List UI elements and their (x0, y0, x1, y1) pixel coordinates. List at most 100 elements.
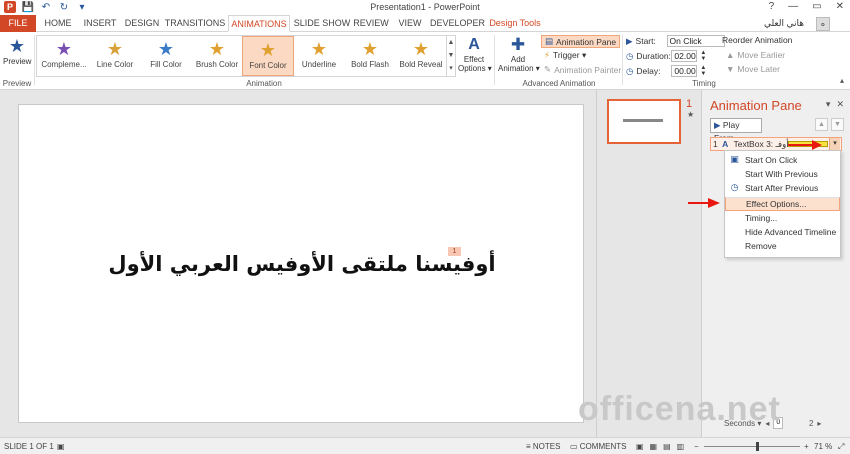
pane-title: Animation Pane (710, 98, 802, 113)
zoom-in-button[interactable]: + (804, 442, 809, 451)
animation-option-label: Bold Flash (351, 60, 389, 69)
move-later-label: Move Later (737, 64, 780, 74)
delay-input[interactable]: 00.00 (671, 65, 698, 77)
effect-options-button[interactable]: A Effect Options ▾ (458, 35, 492, 77)
thumbnail-text-line (623, 119, 663, 122)
comments-button[interactable]: ▭ COMMENTS (570, 442, 626, 451)
tab-file[interactable]: FILE (0, 15, 36, 32)
menu-item-start-with-previous[interactable]: Start With Previous (725, 167, 840, 181)
zoom-out-button[interactable]: − (694, 442, 699, 451)
menu-item-start-on-click[interactable]: ▣ Start On Click (725, 153, 840, 167)
slide-textbox[interactable]: أوفيسنا ملتقى الأوفيس العربي الأول (19, 252, 585, 276)
tab-design[interactable]: DESIGN (122, 15, 162, 32)
start-row: ▶ Start: On Click (626, 35, 725, 47)
slide-count: SLIDE 1 OF 1 (4, 442, 54, 451)
user-name[interactable]: هاني العلي (764, 18, 804, 29)
duration-spinner[interactable]: ▲ ▼ (700, 50, 706, 62)
gallery-scroll[interactable]: ▲ ▼ ▾ (446, 36, 455, 76)
pane-close-icon[interactable]: ✕ (836, 99, 844, 110)
zoom-thumb[interactable] (756, 442, 759, 451)
menu-item-remove[interactable]: Remove (725, 239, 840, 253)
animation-option-compleme[interactable]: ★ Compleme... (38, 36, 90, 76)
animation-option-label: Fill Color (150, 60, 182, 69)
animation-option-line-color[interactable]: ★ Line Color (89, 36, 141, 76)
animation-option-fill-color[interactable]: ★ Fill Color (140, 36, 192, 76)
help-icon[interactable]: ? (769, 1, 775, 12)
preview-button[interactable]: ★ Preview (3, 35, 31, 75)
move-earlier-icon: ▲ (726, 50, 735, 60)
move-down-button[interactable]: ▼ (831, 118, 844, 131)
animation-option-bold-reveal[interactable]: ★ Bold Reveal (395, 36, 447, 76)
restore-button[interactable]: ▭ (812, 1, 821, 12)
duration-row: ◷ Duration: 02.00 ▲ ▼ (626, 50, 706, 62)
collapse-ribbon-icon[interactable]: ▴ (840, 76, 844, 85)
menu-item-label: Remove (745, 241, 777, 251)
tab-developer[interactable]: DEVELOPER (430, 15, 485, 32)
animation-star-icon: ★ (157, 39, 175, 59)
tab-animations[interactable]: ANIMATIONS (228, 15, 290, 32)
tab-design-tools[interactable]: Design Tools (487, 15, 543, 32)
pane-menu-icon[interactable]: ▾ (826, 99, 831, 110)
animation-option-underline[interactable]: ★ Underline (293, 36, 345, 76)
title-bar: P 💾 ↶ ↻ ▾ Presentation1 - PowerPoint ? —… (0, 0, 850, 15)
timeline-scroll-right[interactable]: ▸ (817, 419, 821, 428)
duration-input[interactable]: 02.00 (671, 50, 698, 62)
menu-item-label: Start On Click (745, 155, 798, 165)
animation-option-bold-flash[interactable]: ★ Bold Flash (344, 36, 396, 76)
play-icon: ▶ (714, 120, 723, 130)
tab-review[interactable]: REVIEW (353, 15, 389, 32)
start-select[interactable]: On Click (666, 35, 725, 47)
spellcheck-icon[interactable]: ▣ (57, 442, 65, 451)
animation-painter-icon: ✎ (544, 64, 552, 74)
trigger-label: Trigger ▾ (552, 50, 587, 60)
tab-slide-show[interactable]: SLIDE SHOW (293, 15, 351, 32)
trigger-button[interactable]: ⚡ Trigger ▾ (544, 50, 586, 61)
avatar[interactable]: ه (816, 17, 830, 31)
fit-slide-icon[interactable]: ⤢ (838, 442, 844, 452)
close-button[interactable]: ✕ (836, 1, 844, 12)
divider (622, 35, 623, 85)
thumbnail-pane: 1 ★ (596, 90, 700, 437)
animation-painter-button[interactable]: ✎ Animation Painter (544, 64, 621, 75)
move-later-button[interactable]: ▼ Move Later (726, 64, 780, 74)
animation-pane-button[interactable]: ▤ Animation Pane (541, 35, 621, 48)
trigger-icon: ⚡ (544, 50, 550, 60)
delay-spinner[interactable]: ▲ ▼ (700, 65, 706, 77)
item-name: TextBox 3: أوفـ (733, 139, 789, 149)
animation-option-label: Line Color (96, 60, 134, 69)
animation-option-label: Underline (301, 60, 337, 69)
slide-canvas[interactable]: أوفيسنا ملتقى الأوفيس العربي الأول 1 (18, 104, 584, 423)
item-dropdown-button[interactable]: ▾ (829, 138, 840, 150)
menu-item-timing[interactable]: Timing... (725, 211, 840, 225)
animation-option-brush-color[interactable]: ★ Brush Color (191, 36, 243, 76)
effect-options-label2: Options ▾ (458, 64, 492, 73)
menu-item-label: Effect Options... (746, 199, 807, 209)
tab-transitions[interactable]: TRANSITIONS (164, 15, 226, 32)
menu-item-label: Start After Previous (745, 183, 819, 193)
minimize-button[interactable]: — (788, 1, 798, 12)
move-earlier-button[interactable]: ▲ Move Earlier (726, 50, 785, 60)
animation-star-icon: ★ (310, 39, 328, 59)
add-animation-button[interactable]: ✚ Add Animation ▾ (498, 35, 540, 77)
menu-item-hide-advanced-timeline[interactable]: Hide Advanced Timeline (725, 225, 840, 239)
tab-insert[interactable]: INSERT (80, 15, 120, 32)
slide-thumbnail[interactable] (607, 99, 681, 144)
zoom-level[interactable]: 71 % (814, 442, 832, 451)
play-from-button[interactable]: ▶ Play From (710, 118, 762, 143)
animation-option-font-color[interactable]: ★ Font Color (242, 36, 294, 76)
menu-item-label: Timing... (745, 213, 778, 223)
status-bar: SLIDE 1 OF 1 ▣ ≡ NOTES ▭ COMMENTS ▣▦▤▥ −… (0, 437, 850, 454)
animation-option-label: Bold Reveal (399, 60, 443, 69)
animation-star-icon: ★ (106, 39, 124, 59)
tab-view[interactable]: VIEW (392, 15, 428, 32)
notes-button[interactable]: ≡ NOTES (526, 442, 560, 451)
menu-item-effect-options[interactable]: Effect Options... (725, 197, 840, 211)
animation-list-item[interactable]: 1 A TextBox 3: أوفـ ▾ (710, 137, 842, 151)
view-buttons[interactable]: ▣▦▤▥ (636, 442, 690, 451)
tab-home[interactable]: HOME (38, 15, 78, 32)
animation-star-icon: ★ (259, 40, 277, 60)
zoom-slider[interactable] (704, 442, 800, 451)
menu-item-start-after-previous[interactable]: ◷ Start After Previous (725, 181, 840, 195)
move-up-button[interactable]: ▲ (815, 118, 828, 131)
animation-option-label: Brush Color (195, 60, 239, 69)
